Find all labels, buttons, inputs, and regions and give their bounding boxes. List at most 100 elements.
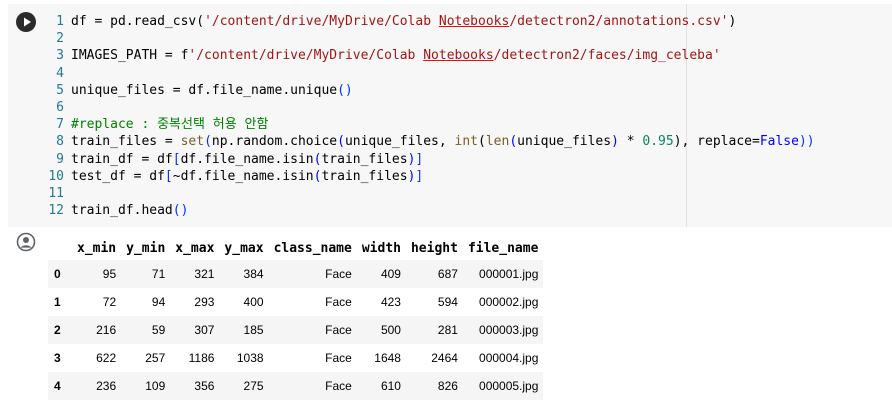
- column-header: height: [410, 240, 458, 256]
- code-token: /detectron2/annotations.csv': [509, 14, 729, 29]
- table-cell: 95: [102, 267, 117, 281]
- code-line: 5 unique_files = df.file_name.unique(): [48, 82, 815, 99]
- line-number: 3: [56, 48, 64, 64]
- code-token: train_files =: [71, 134, 181, 150]
- table-cell: 000002.jpg: [479, 295, 539, 309]
- table-row: 2 216 59 307 185 Face 500 281 000003.jpg: [48, 316, 544, 344]
- code-token: (: [204, 134, 212, 150]
- code-token: ]: [415, 151, 424, 167]
- table-cell: 000001.jpg: [479, 267, 539, 281]
- row-index: 3: [54, 351, 61, 365]
- column-header: width: [361, 240, 401, 256]
- line-number: 11: [48, 185, 64, 201]
- table-cell: 275: [243, 379, 264, 393]
- code-token: (): [172, 203, 189, 219]
- code-token: np.random.choice: [211, 134, 338, 150]
- code-token: False: [759, 134, 799, 150]
- table-cell: 307: [194, 323, 215, 337]
- line-number: 4: [56, 65, 64, 81]
- code-editor[interactable]: 1 df = pd.read_csv('/content/drive/MyDriv…: [48, 13, 815, 219]
- table-cell: 59: [151, 323, 166, 337]
- line-number: 9: [56, 151, 64, 167]
- code-token: '/content/drive/MyDrive/Colab: [188, 48, 416, 64]
- code-token: (: [509, 134, 518, 150]
- code-token: (: [478, 134, 486, 150]
- table-cell: 409: [380, 267, 401, 281]
- run-cell-button[interactable]: [16, 12, 36, 32]
- table-cell: 000004.jpg: [479, 351, 539, 365]
- code-line: 3 IMAGES_PATH = f'/content/drive/MyDrive/…: [48, 47, 815, 64]
- table-cell: 109: [145, 379, 166, 393]
- table-cell: 236: [96, 379, 117, 393]
- table-cell: 1038: [236, 351, 264, 365]
- code-token: 0.95: [642, 134, 674, 150]
- code-token: unique_files: [517, 134, 612, 150]
- code-token: len: [485, 134, 510, 150]
- code-token: test_df = df: [71, 168, 165, 184]
- code-token: (): [337, 82, 353, 98]
- code-line: 10 test_df = df[~df.file_name.isin(train_…: [48, 168, 815, 185]
- code-line: 9 train_df = df[df.file_name.isin(train_f…: [48, 151, 815, 168]
- table-cell: 216: [96, 323, 117, 337]
- table-cell: Face: [325, 379, 352, 393]
- table-cell: 687: [437, 267, 458, 281]
- code-token: train_files: [321, 168, 408, 184]
- table-cell: 321: [194, 267, 215, 281]
- code-token: Notebooks: [423, 48, 494, 64]
- table-cell: 72: [102, 295, 117, 309]
- code-token: train_df = df: [71, 151, 173, 167]
- line-number: 6: [56, 99, 64, 115]
- table-cell: 400: [243, 295, 264, 309]
- code-token: /detectron2/faces/img_celeba': [493, 48, 721, 64]
- line-number: 12: [48, 203, 64, 219]
- table-cell: Face: [325, 295, 352, 309]
- code-line: 1 df = pd.read_csv('/content/drive/MyDriv…: [48, 13, 815, 30]
- column-header: file_name: [467, 240, 539, 256]
- code-token: train_files: [321, 151, 408, 167]
- column-header: y_min: [126, 240, 166, 256]
- code-token: IMAGES_PATH = f: [71, 48, 189, 64]
- line-number: 10: [48, 168, 64, 184]
- output-dataframe: x_min y_min x_max y_max class_name width heigh…: [48, 236, 544, 400]
- code-token: *: [618, 134, 643, 150]
- code-line: 7 #replace : 중복선택 허용 안함: [48, 116, 815, 133]
- table-cell: 622: [96, 351, 117, 365]
- code-cell[interactable]: 1 df = pd.read_csv('/content/drive/MyDriv…: [8, 4, 892, 227]
- code-token: [: [164, 168, 173, 184]
- table-cell: Face: [325, 323, 352, 337]
- table-cell: 610: [380, 379, 401, 393]
- code-line: 12 train_df.head(): [48, 202, 815, 219]
- code-token: train_df.head: [71, 203, 173, 219]
- table-cell: Face: [325, 351, 352, 365]
- column-header: x_min: [77, 240, 117, 256]
- table-cell: 000005.jpg: [479, 379, 539, 393]
- code-token: unique_files,: [344, 134, 455, 150]
- row-index: 0: [54, 267, 61, 281]
- code-token: ]: [415, 168, 424, 184]
- table-row: 4 236 109 356 275 Face 610 826 000005.jpg: [48, 372, 544, 400]
- code-token: df.file_name.isin: [180, 151, 314, 167]
- code-token: #replace : 중복선택 허용 안함: [71, 117, 269, 133]
- code-token: , replace=: [681, 134, 760, 150]
- table-cell: 000003.jpg: [479, 323, 539, 337]
- code-token: unique_files = df.file_name.unique: [71, 82, 338, 98]
- code-token: ): [673, 134, 682, 150]
- table-cell: 1186: [188, 351, 215, 365]
- table-cell: 293: [194, 295, 215, 309]
- table-row: 0 95 71 321 384 Face 409 687 000001.jpg: [48, 260, 544, 288]
- code-line: 6: [48, 99, 815, 116]
- line-number: 5: [56, 82, 64, 98]
- table-cell: 384: [243, 267, 264, 281]
- table-cell: 356: [194, 379, 215, 393]
- code-line: 11: [48, 185, 815, 202]
- row-index: 2: [54, 323, 61, 337]
- line-number: 8: [56, 134, 64, 150]
- row-index: 1: [54, 295, 61, 309]
- code-token: ): [728, 14, 737, 29]
- code-token: set: [180, 134, 205, 150]
- column-header: x_max: [175, 240, 215, 256]
- play-icon: [24, 17, 31, 27]
- table-row: 1 72 94 293 400 Face 423 594 000002.jpg: [48, 288, 544, 316]
- code-token: [: [172, 151, 181, 167]
